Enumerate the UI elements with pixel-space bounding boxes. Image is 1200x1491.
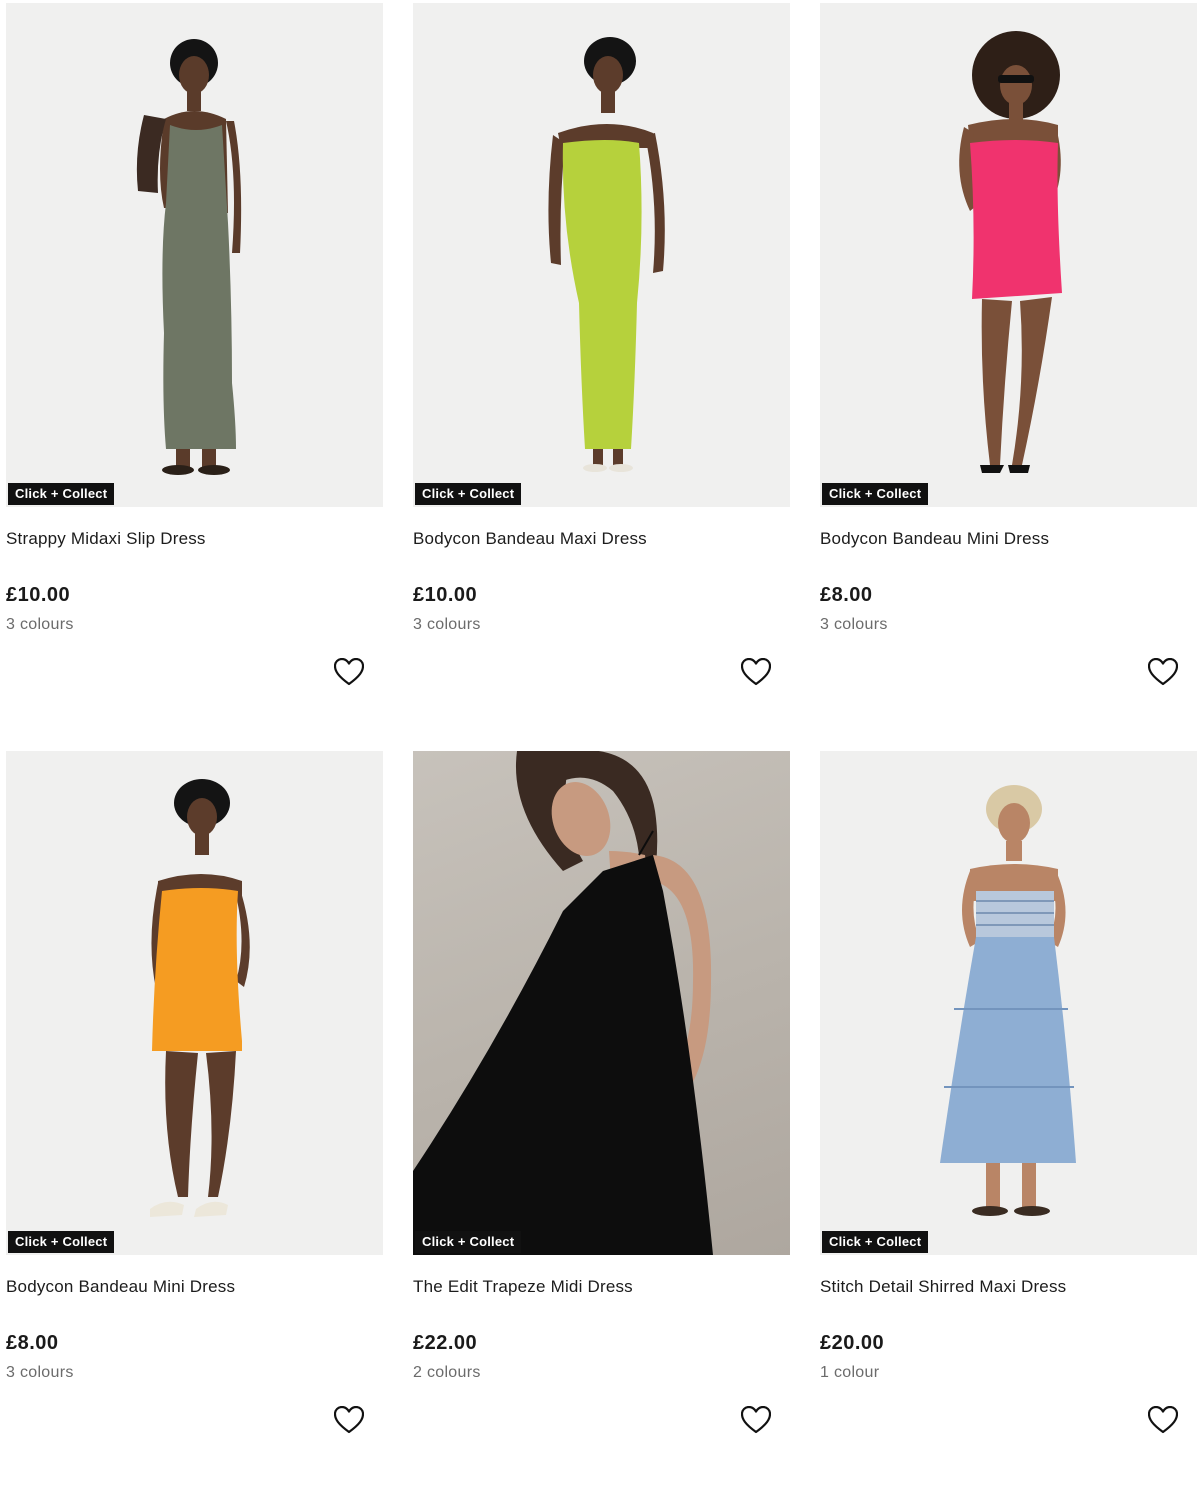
click-collect-badge: Click + Collect — [822, 483, 929, 505]
product-price: £8.00 — [820, 584, 873, 606]
model-figure-illustration — [150, 779, 250, 1217]
product-image[interactable]: Click + Collect — [413, 751, 790, 1255]
wishlist-button[interactable] — [739, 655, 773, 689]
click-collect-badge: Click + Collect — [822, 1231, 929, 1253]
colour-count: 3 colours — [6, 1364, 74, 1381]
colour-count: 3 colours — [413, 616, 481, 633]
colour-count: 3 colours — [6, 616, 74, 633]
model-figure-illustration — [136, 39, 242, 475]
product-image[interactable]: Click + Collect — [413, 3, 790, 507]
heart-icon — [741, 1406, 771, 1434]
product-card: Click + Collect Bodycon Bandeau Maxi Dre… — [413, 3, 790, 743]
product-card: Click + Collect Stitch Detail Shirred Ma… — [820, 751, 1197, 1491]
click-collect-badge: Click + Collect — [415, 1231, 522, 1253]
colour-count: 3 colours — [820, 616, 888, 633]
product-price: £22.00 — [413, 1332, 478, 1354]
product-card: Click + Collect Bodycon Bandeau Mini Dre… — [6, 751, 383, 1491]
product-name[interactable]: Strappy Midaxi Slip Dress — [6, 529, 206, 549]
product-image[interactable]: Click + Collect — [820, 751, 1197, 1255]
product-name[interactable]: Stitch Detail Shirred Maxi Dress — [820, 1277, 1066, 1297]
product-name[interactable]: Bodycon Bandeau Mini Dress — [6, 1277, 235, 1297]
product-price: £8.00 — [6, 1332, 59, 1354]
model-figure-illustration — [959, 31, 1062, 473]
product-name[interactable]: Bodycon Bandeau Mini Dress — [820, 529, 1049, 549]
heart-icon — [741, 658, 771, 686]
product-grid: Click + Collect Strappy Midaxi Slip Dres… — [0, 0, 1200, 1439]
wishlist-button[interactable] — [332, 1403, 366, 1437]
click-collect-badge: Click + Collect — [8, 483, 115, 505]
colour-count: 2 colours — [413, 1364, 481, 1381]
wishlist-button[interactable] — [739, 1403, 773, 1437]
model-figure-illustration — [413, 751, 713, 1255]
product-price: £10.00 — [6, 584, 71, 606]
product-price: £10.00 — [413, 584, 478, 606]
wishlist-button[interactable] — [332, 655, 366, 689]
product-image[interactable]: Click + Collect — [6, 3, 383, 507]
product-card: Click + Collect Strappy Midaxi Slip Dres… — [6, 3, 383, 743]
heart-icon — [1148, 1406, 1178, 1434]
product-card: Click + Collect Bodycon Bandeau Mini Dre… — [820, 3, 1197, 743]
product-name[interactable]: Bodycon Bandeau Maxi Dress — [413, 529, 647, 549]
colour-count: 1 colour — [820, 1364, 880, 1381]
product-name[interactable]: The Edit Trapeze Midi Dress — [413, 1277, 633, 1297]
model-figure-illustration — [548, 37, 665, 472]
click-collect-badge: Click + Collect — [415, 483, 522, 505]
product-image[interactable]: Click + Collect — [820, 3, 1197, 507]
heart-icon — [334, 1406, 364, 1434]
wishlist-button[interactable] — [1146, 655, 1180, 689]
wishlist-button[interactable] — [1146, 1403, 1180, 1437]
product-price: £20.00 — [820, 1332, 885, 1354]
product-card: Click + Collect The Edit Trapeze Midi Dr… — [413, 751, 790, 1491]
click-collect-badge: Click + Collect — [8, 1231, 115, 1253]
model-figure-illustration — [940, 785, 1076, 1216]
product-image[interactable]: Click + Collect — [6, 751, 383, 1255]
heart-icon — [1148, 658, 1178, 686]
heart-icon — [334, 658, 364, 686]
